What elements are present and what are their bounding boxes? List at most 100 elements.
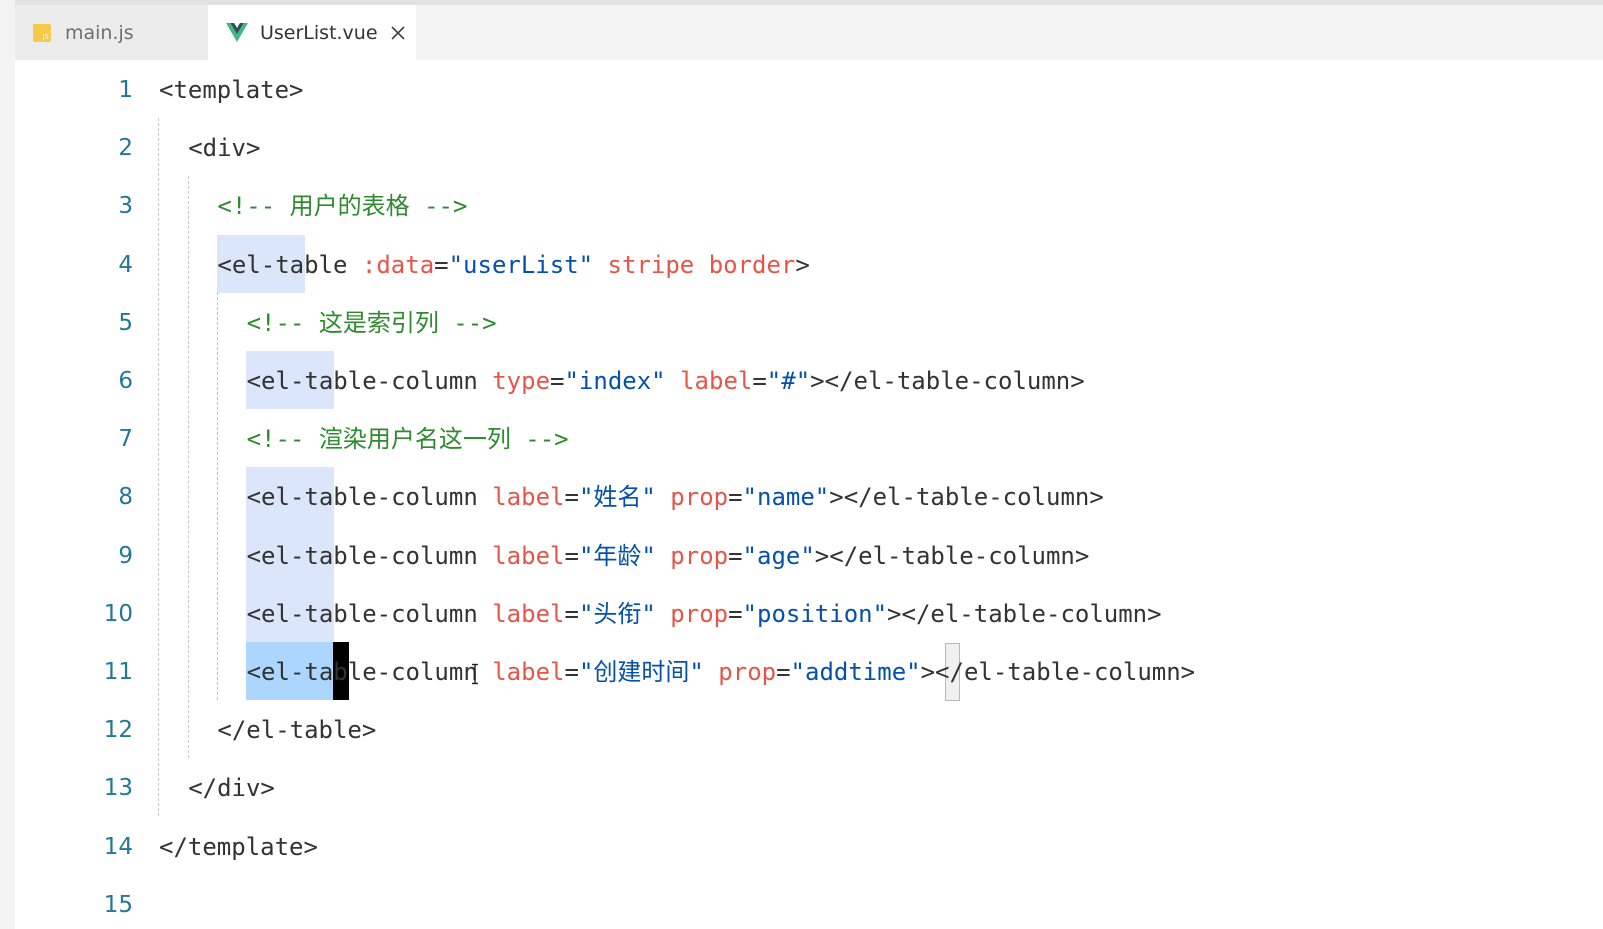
code-text: </el-table> xyxy=(217,715,376,745)
line-number: 3 xyxy=(118,193,133,220)
token: label xyxy=(492,599,565,628)
line-number: 6 xyxy=(118,368,133,394)
token: "头衔" xyxy=(578,599,656,628)
token: <template> xyxy=(159,76,304,104)
token: <el-table-column xyxy=(246,541,493,570)
token: <el-table-column xyxy=(246,599,493,628)
token: stripe xyxy=(607,250,695,279)
activity-strip xyxy=(0,0,15,929)
line-number: 7 xyxy=(118,426,133,453)
token: ></el-table-column> xyxy=(829,483,1104,512)
token: = xyxy=(728,483,743,512)
token: label xyxy=(680,367,753,395)
token: "创建时间" xyxy=(578,658,704,686)
line-number: 9 xyxy=(118,542,133,569)
line-number: 14 xyxy=(103,833,133,860)
token: prop xyxy=(670,599,729,628)
token: "姓名" xyxy=(578,483,656,512)
code-text: <template> xyxy=(159,75,304,105)
token: "userList" xyxy=(448,250,594,279)
vue-file-icon xyxy=(226,22,248,42)
code-line[interactable]: 14 </template> xyxy=(15,818,1603,876)
token: = xyxy=(550,367,565,395)
code-line[interactable]: 12 </el-table> xyxy=(15,701,1603,759)
line-number: 13 xyxy=(103,775,133,802)
tab-userlist-vue[interactable]: UserList.vue xyxy=(208,5,416,60)
code-text: <!-- 渲染用户名这一列 --> xyxy=(247,424,569,454)
code-line[interactable]: 8 <el-table-column label="姓名" prop="name"… xyxy=(15,468,1603,526)
code-text: <div> xyxy=(188,133,260,163)
line-number: 15 xyxy=(103,891,133,918)
token: type xyxy=(492,367,551,395)
code-line[interactable]: 13 </div> xyxy=(15,759,1603,817)
token: "index" xyxy=(564,367,666,395)
token: :data xyxy=(361,250,435,279)
token: <!-- 这是索引列 --> xyxy=(246,308,497,337)
line-number: 1 xyxy=(118,77,133,103)
tab-label: main.js xyxy=(65,21,134,44)
token: label xyxy=(492,541,565,570)
token: <el-table-column xyxy=(246,658,493,686)
js-file-icon: JS xyxy=(33,23,51,42)
token: label xyxy=(492,658,565,686)
token: > xyxy=(795,250,810,279)
token: = xyxy=(776,658,791,686)
token: = xyxy=(564,599,579,628)
token: </div> xyxy=(188,774,275,803)
token: prop xyxy=(670,541,729,570)
code-line[interactable]: 3 <!-- 用户的表格 --> xyxy=(15,177,1603,235)
token: "age" xyxy=(742,541,815,570)
token: ></el-table-column> xyxy=(920,658,1196,686)
line-number: 10 xyxy=(103,600,133,627)
token: ></el-table-column> xyxy=(810,367,1085,395)
token: = xyxy=(752,367,767,395)
code-line[interactable]: 5 <!-- 这是索引列 --> xyxy=(15,294,1603,352)
token: ></el-table-column> xyxy=(814,541,1090,570)
code-editor-window: JS main.js UserList.vue 1 <template> 2 <div… xyxy=(0,0,1603,929)
line-number: 5 xyxy=(118,309,133,336)
token: prop xyxy=(670,483,729,512)
code-text: <el-table :data="userList" stripe border… xyxy=(217,250,809,280)
code-line[interactable]: 10 <el-table-column label="头衔" prop="posi… xyxy=(15,585,1603,643)
code-text: <el-table-column label="头衔" prop="positi… xyxy=(247,599,1162,629)
code-text: <el-table-column label="姓名" prop="name">… xyxy=(247,482,1104,512)
code-text: <el-table-column label="年龄" prop="age"><… xyxy=(247,541,1090,571)
code-line[interactable]: 9 <el-table-column label="年龄" prop="age">… xyxy=(15,527,1603,585)
code-text: </template> xyxy=(159,832,318,862)
code-line[interactable]: 4 <el-table :data="userList" stripe borde… xyxy=(15,236,1603,294)
token: <el-table-column xyxy=(246,367,493,395)
token: ></el-table-column> xyxy=(887,599,1162,628)
token: </el-table> xyxy=(217,716,377,745)
token: <el-table xyxy=(217,250,362,279)
token: </template> xyxy=(159,832,318,861)
code-line[interactable]: 2 <div> xyxy=(15,119,1603,177)
code-line[interactable]: 11 <el-table-column label="创建时间" prop="ad… xyxy=(15,643,1603,701)
token: "#" xyxy=(766,367,811,395)
tab-main-js[interactable]: JS main.js xyxy=(15,5,208,60)
code-text: <!-- 这是索引列 --> xyxy=(247,308,497,338)
close-icon[interactable] xyxy=(390,25,406,41)
token: <div> xyxy=(188,134,261,163)
code-line[interactable]: 7 <!-- 渲染用户名这一列 --> xyxy=(15,410,1603,468)
token: border xyxy=(708,250,796,279)
token: label xyxy=(492,483,565,512)
code-text: </div> xyxy=(188,773,275,803)
line-number: 2 xyxy=(118,135,133,162)
token: <!-- 用户的表格 --> xyxy=(217,192,468,221)
token: <el-table-column xyxy=(246,483,493,512)
token: "position" xyxy=(742,599,888,628)
code-editor[interactable]: 1 <template> 2 <div> 3 <!-- 用户的表格 --> 4 <el-tab… xyxy=(15,60,1603,929)
code-line[interactable]: 6 <el-table-column type="index" label="#"… xyxy=(15,352,1603,410)
code-line[interactable]: 1 <template> xyxy=(15,61,1603,119)
code-line[interactable]: 15 xyxy=(15,876,1603,929)
token: = xyxy=(564,658,579,686)
editor-tab-bar: JS main.js UserList.vue xyxy=(15,5,1603,60)
token: = xyxy=(564,483,579,512)
token: "addtime" xyxy=(790,658,921,686)
